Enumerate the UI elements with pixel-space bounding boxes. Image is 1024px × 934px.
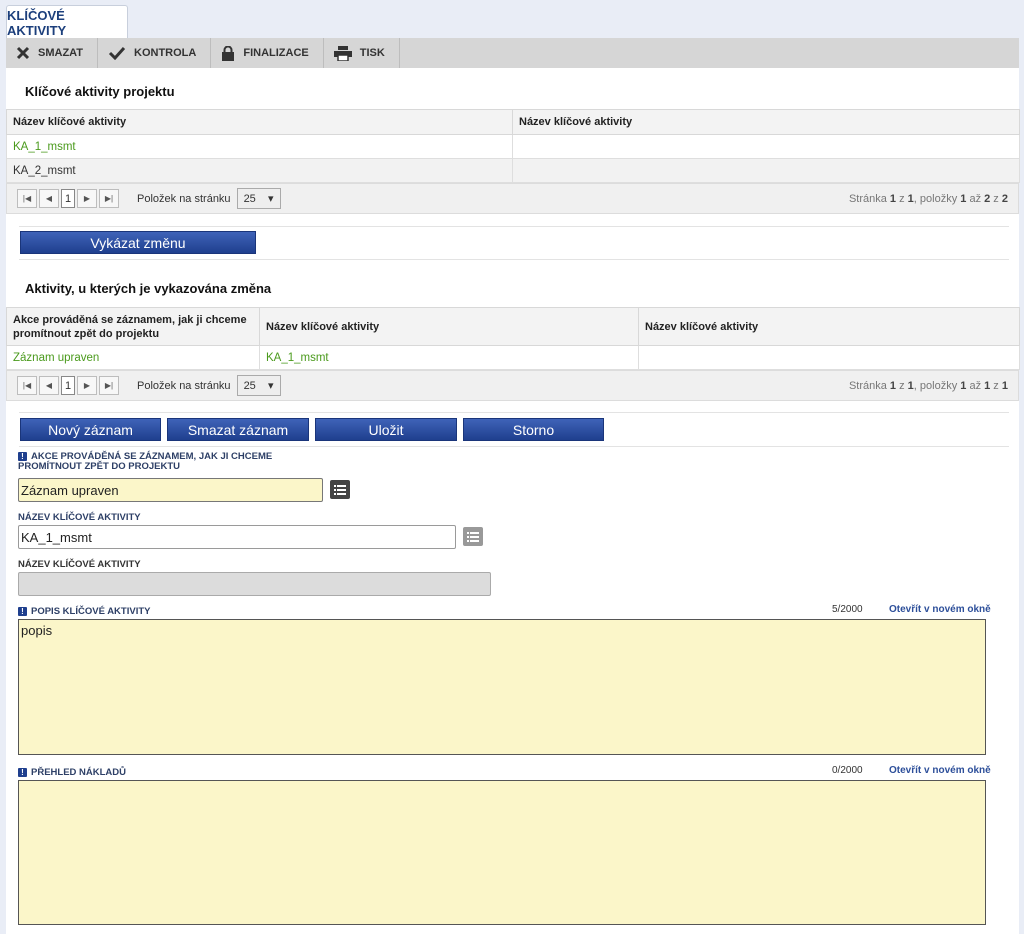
chevron-down-icon: ▾ bbox=[268, 193, 274, 205]
printer-icon bbox=[333, 45, 352, 61]
costs-label: ! PŘEHLED NÁKLADŮ bbox=[18, 768, 126, 778]
print-label: TISK bbox=[359, 47, 385, 59]
table-header-row: Název klíčové aktivity Název klíčové akt… bbox=[6, 109, 1020, 135]
section-title-activities: Klíčové aktivity projektu bbox=[25, 84, 175, 99]
per-page-select[interactable]: 25 ▾ bbox=[236, 375, 281, 396]
table-cell[interactable]: Záznam upraven bbox=[6, 345, 260, 370]
page-input[interactable]: 1 bbox=[61, 189, 75, 208]
first-page-icon[interactable]: |◀ bbox=[17, 376, 37, 395]
toolbar: SMAZAT KONTROLA FINALIZACE TISK bbox=[6, 38, 1019, 68]
table-cell[interactable]: KA_1_msmt bbox=[6, 134, 513, 159]
list-icon[interactable] bbox=[330, 480, 350, 499]
first-page-icon[interactable]: |◀ bbox=[17, 189, 37, 208]
check-label: KONTROLA bbox=[134, 47, 197, 59]
section-title-changed-activities: Aktivity, u kterých je vykazována změna bbox=[25, 281, 272, 296]
costs-textarea[interactable] bbox=[18, 780, 986, 925]
prev-page-icon[interactable]: ◀ bbox=[39, 376, 59, 395]
divider bbox=[19, 226, 1009, 227]
delete-record-button[interactable]: Smazat záznam bbox=[167, 418, 309, 441]
check-button[interactable]: KONTROLA bbox=[98, 38, 212, 68]
action-field[interactable]: Záznam upraven bbox=[18, 478, 323, 502]
name2-field bbox=[18, 572, 491, 596]
pager-info: Stránka 1 z 1, položky 1 až 2 z 2 bbox=[848, 192, 1008, 205]
tab-label: KLÍČOVÉ AKTIVITY bbox=[7, 7, 67, 38]
costs-counter: 0/2000 bbox=[832, 765, 863, 776]
finalize-button[interactable]: FINALIZACE bbox=[211, 38, 324, 68]
description-value: popis bbox=[21, 623, 53, 638]
column-header[interactable]: Název klíčové aktivity bbox=[512, 109, 1020, 135]
list-icon[interactable] bbox=[463, 527, 483, 546]
checkmark-icon bbox=[108, 46, 126, 60]
save-button[interactable]: Uložit bbox=[315, 418, 457, 441]
per-page-select[interactable]: 25 ▾ bbox=[236, 188, 281, 209]
required-icon: ! bbox=[18, 452, 27, 461]
last-page-icon[interactable]: ▶| bbox=[99, 189, 119, 208]
delete-button[interactable]: SMAZAT bbox=[6, 38, 99, 68]
close-icon bbox=[16, 46, 30, 60]
cancel-button[interactable]: Storno bbox=[463, 418, 604, 441]
per-page-label: Položek na stránku bbox=[137, 379, 231, 392]
name-field[interactable]: KA_1_msmt bbox=[18, 525, 456, 549]
divider bbox=[19, 446, 1009, 447]
changed-activities-table: Akce prováděná se záznamem, jak ji chcem… bbox=[6, 307, 1020, 370]
pager-changed-activities: |◀ ◀ 1 ▶ ▶| Položek na stránku 25 ▾ Strá… bbox=[6, 370, 1019, 401]
column-header[interactable]: Název klíčové aktivity bbox=[259, 307, 639, 346]
action-field-label: ! AKCE PROVÁDĚNÁ SE ZÁZNAMEM, JAK JI CHCE… bbox=[18, 451, 273, 472]
main-panel: SMAZAT KONTROLA FINALIZACE TISK Klíčové … bbox=[6, 38, 1020, 934]
table-header-row: Akce prováděná se záznamem, jak ji chcem… bbox=[6, 307, 1020, 346]
table-row[interactable]: KA_2_msmt bbox=[6, 158, 1020, 183]
table-cell[interactable] bbox=[512, 158, 1020, 183]
table-row[interactable]: KA_1_msmt bbox=[6, 134, 1020, 159]
next-page-icon[interactable]: ▶ bbox=[77, 189, 97, 208]
column-header[interactable]: Název klíčové aktivity bbox=[6, 109, 513, 135]
required-icon: ! bbox=[18, 768, 27, 777]
chevron-down-icon: ▾ bbox=[268, 380, 274, 392]
description-label: ! POPIS KLÍČOVÉ AKTIVITY bbox=[18, 607, 150, 617]
tab-key-activities[interactable]: KLÍČOVÉ AKTIVITY bbox=[6, 5, 128, 39]
delete-label: SMAZAT bbox=[38, 47, 84, 59]
divider bbox=[19, 259, 1009, 260]
print-button[interactable]: TISK bbox=[324, 38, 400, 68]
name-field-value: KA_1_msmt bbox=[21, 529, 92, 545]
report-change-button[interactable]: Vykázat změnu bbox=[20, 231, 256, 254]
description-textarea[interactable]: popis bbox=[18, 619, 986, 755]
per-page-value: 25 bbox=[243, 379, 256, 392]
costs-open-link[interactable]: Otevřít v novém okně bbox=[889, 765, 991, 776]
name-field-label: NÁZEV KLÍČOVÉ AKTIVITY bbox=[18, 512, 141, 523]
table-cell[interactable]: KA_1_msmt bbox=[259, 345, 639, 370]
pager-activities: |◀ ◀ 1 ▶ ▶| Položek na stránku 25 ▾ Strá… bbox=[6, 183, 1019, 214]
column-header[interactable]: Název klíčové aktivity bbox=[638, 307, 1020, 346]
page-input[interactable]: 1 bbox=[61, 376, 75, 395]
divider bbox=[19, 412, 1009, 413]
per-page-value: 25 bbox=[243, 192, 256, 205]
finalize-label: FINALIZACE bbox=[243, 47, 309, 59]
table-cell[interactable] bbox=[638, 345, 1020, 370]
table-row[interactable]: Záznam upraven KA_1_msmt bbox=[6, 345, 1020, 370]
activities-table: Název klíčové aktivity Název klíčové akt… bbox=[6, 109, 1020, 183]
table-cell[interactable] bbox=[512, 134, 1020, 159]
description-open-link[interactable]: Otevřít v novém okně bbox=[889, 604, 991, 615]
lock-icon bbox=[221, 45, 235, 61]
next-page-icon[interactable]: ▶ bbox=[77, 376, 97, 395]
column-header[interactable]: Akce prováděná se záznamem, jak ji chcem… bbox=[6, 307, 260, 346]
last-page-icon[interactable]: ▶| bbox=[99, 376, 119, 395]
per-page-label: Položek na stránku bbox=[137, 192, 231, 205]
table-cell[interactable]: KA_2_msmt bbox=[6, 158, 513, 183]
new-record-button[interactable]: Nový záznam bbox=[20, 418, 161, 441]
action-field-value: Záznam upraven bbox=[21, 482, 119, 498]
pager-info: Stránka 1 z 1, položky 1 až 1 z 1 bbox=[848, 379, 1008, 392]
prev-page-icon[interactable]: ◀ bbox=[39, 189, 59, 208]
description-counter: 5/2000 bbox=[832, 604, 863, 615]
required-icon: ! bbox=[18, 607, 27, 616]
name2-field-label: NÁZEV KLÍČOVÉ AKTIVITY bbox=[18, 559, 141, 570]
